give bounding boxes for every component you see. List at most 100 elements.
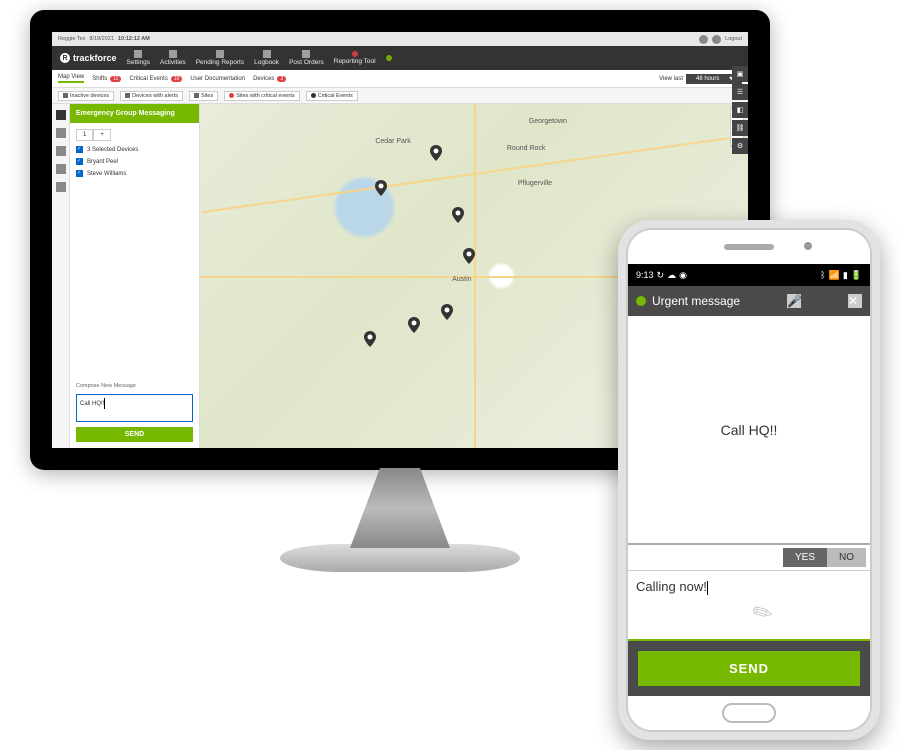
sidebar-title: Emergency Group Messaging [70, 104, 199, 123]
sync-icon: ↻ [657, 270, 665, 281]
signal-icon: ▮ [843, 270, 848, 281]
tab-shifts[interactable]: Shifts11 [92, 76, 121, 82]
badge: 3 [277, 76, 286, 82]
tab-label: User Documentation [190, 76, 245, 82]
checkbox-icon[interactable] [76, 170, 83, 177]
view-last-control: View last 48 hours [659, 74, 742, 84]
recipient-name: Bryant Peel [87, 159, 118, 165]
user-info-bar: Reggie Tex 8/18/2021 10:12:12 AM Logout [52, 32, 748, 46]
filter-label: Critical Events [318, 93, 353, 99]
edge-tool-icon[interactable]: ⚙ [732, 138, 748, 154]
device-icon [63, 93, 68, 98]
checkbox-icon[interactable] [76, 158, 83, 165]
compose-text: Call HQ!! [80, 401, 104, 407]
tab-row: Map View Shifts11 Critical Events10 User… [52, 70, 748, 88]
mic-icon[interactable] [56, 146, 66, 156]
current-time: 10:12:12 AM [118, 36, 150, 42]
home-button[interactable] [722, 703, 776, 723]
filter-sites-critical[interactable]: Sites with critical events [224, 91, 299, 101]
yes-no-row: YES NO [628, 545, 870, 571]
reply-text: Calling now! [636, 579, 707, 594]
city-label-austin: Austin [452, 276, 471, 283]
tab-critical-events[interactable]: Critical Events10 [129, 76, 182, 82]
tab-map-view[interactable]: Map View [58, 74, 84, 83]
phone-send-button[interactable]: SEND [638, 651, 860, 686]
wifi-icon: 📶 [829, 270, 840, 281]
mic-icon[interactable]: 🎤 [787, 294, 801, 308]
phone-bezel-bottom [628, 696, 870, 730]
logout-link[interactable]: Logout [725, 36, 742, 42]
search-icon[interactable] [56, 128, 66, 138]
nav-post-orders[interactable]: Post Orders [289, 50, 324, 66]
nav-label: Activities [160, 59, 186, 66]
edge-tool-icon[interactable]: ▣ [732, 66, 748, 82]
nav-reporting-tool[interactable]: Reporting Tool [334, 51, 376, 65]
filter-inactive-devices[interactable]: Inactive devices [58, 91, 114, 101]
phone-message-body: Call HQ!! [628, 316, 870, 545]
checkbox-icon[interactable] [76, 146, 83, 153]
green-dot-icon [386, 55, 392, 61]
no-button[interactable]: NO [827, 548, 866, 567]
brand-logo[interactable]: R trackforce [60, 53, 117, 63]
nav-label: Settings [127, 59, 151, 66]
nav-activities[interactable]: Activities [160, 50, 186, 66]
road-line [474, 104, 476, 448]
add-message-tab[interactable]: + [93, 129, 111, 141]
selected-devices-row[interactable]: 3 Selected Devices [76, 146, 193, 153]
map-pin[interactable] [463, 248, 475, 264]
messaging-icon[interactable] [56, 110, 66, 120]
help-icon[interactable] [699, 35, 708, 44]
activity-icon [169, 50, 177, 58]
monitor-stand [300, 468, 500, 598]
filter-sites[interactable]: Sites [189, 91, 218, 101]
device-icon[interactable] [56, 164, 66, 174]
map-pin[interactable] [441, 304, 453, 320]
urgent-dot-icon [636, 296, 646, 306]
map-pin[interactable] [452, 207, 464, 223]
device-icon [125, 93, 130, 98]
send-button[interactable]: SEND [76, 427, 193, 442]
yes-button[interactable]: YES [783, 548, 827, 567]
phone-speaker [724, 244, 774, 250]
nav-label: Pending Reports [196, 59, 244, 66]
edge-tool-icon[interactable]: ☰ [732, 84, 748, 100]
filter-label: Devices with alerts [132, 93, 178, 99]
badge: 11 [110, 76, 121, 82]
message-tab-1[interactable]: 1 [76, 129, 93, 141]
phone-screen: 9:13 ↻ ☁ ◉ ᛒ 📶 ▮ 🔋 Urgent message 🎤 ✕ Ca… [626, 228, 872, 732]
map-pin[interactable] [408, 317, 420, 333]
nav-pending-reports[interactable]: Pending Reports [196, 50, 244, 66]
edge-tool-icon[interactable]: ⛓ [732, 120, 748, 136]
filter-label: Sites with critical events [236, 93, 294, 99]
main-nav: R trackforce Settings Activities Pending… [52, 46, 748, 70]
view-last-label: View last [659, 76, 683, 82]
nav-logbook[interactable]: Logbook [254, 50, 279, 66]
reply-textarea[interactable]: Calling now! ✎ [628, 571, 870, 641]
city-label: Georgetown [529, 118, 567, 125]
message-tabs: 1 + [76, 129, 193, 141]
map-pin[interactable] [364, 331, 376, 347]
tab-user-documentation[interactable]: User Documentation [190, 76, 245, 82]
map-pin[interactable] [375, 180, 387, 196]
battery-icon: 🔋 [851, 270, 862, 281]
report-icon [216, 50, 224, 58]
tools-icon[interactable]: ✕ [848, 294, 862, 308]
recipient-row[interactable]: Bryant Peel [76, 158, 193, 165]
filter-devices-alerts[interactable]: Devices with alerts [120, 91, 183, 101]
compose-textarea[interactable]: Call HQ!! [76, 394, 193, 422]
phone-footer: SEND [628, 641, 870, 696]
nav-settings[interactable]: Settings [127, 50, 151, 66]
brand-text: trackforce [73, 53, 117, 63]
nav-status[interactable] [386, 55, 392, 61]
filter-critical-events[interactable]: Critical Events [306, 91, 358, 101]
current-user: Reggie Tex [58, 36, 85, 42]
selected-devices-label: 3 Selected Devices [87, 147, 138, 153]
tab-devices[interactable]: Devices3 [253, 76, 286, 82]
clipboard-icon[interactable] [56, 182, 66, 192]
recipient-row[interactable]: Steve Williams [76, 170, 193, 177]
edge-tool-icon[interactable]: ◧ [732, 102, 748, 118]
phone-status-bar: 9:13 ↻ ☁ ◉ ᛒ 📶 ▮ 🔋 [628, 264, 870, 286]
messaging-sidebar: Emergency Group Messaging 1 + 3 Selected… [70, 104, 200, 448]
close-session-icon[interactable] [712, 35, 721, 44]
map-pin[interactable] [430, 145, 442, 161]
